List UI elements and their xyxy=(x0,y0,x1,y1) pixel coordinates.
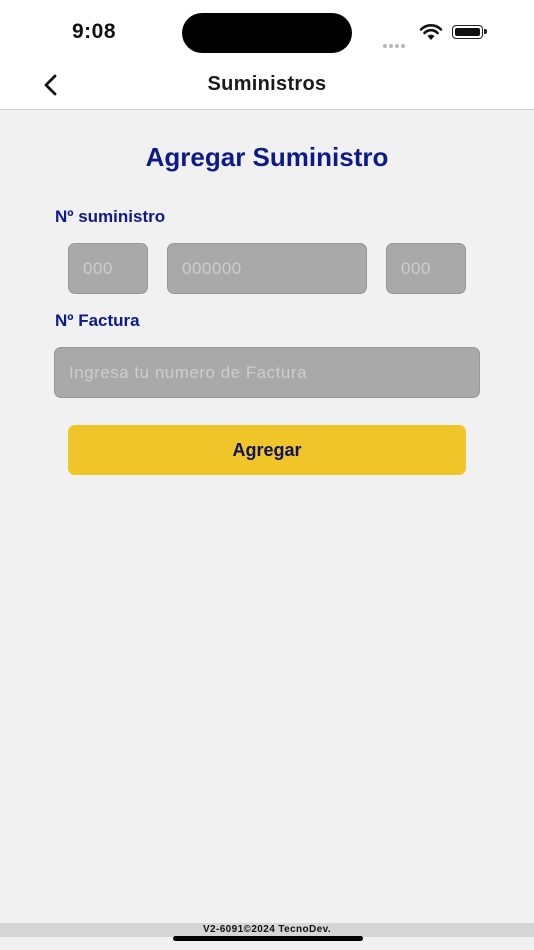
status-bar: 9:08 xyxy=(0,0,534,64)
cellular-signal-icon xyxy=(383,35,407,53)
footer-version: V2-6091©2024 TecnoDev. xyxy=(0,923,534,937)
agregar-button[interactable]: Agregar xyxy=(68,425,466,475)
battery-icon xyxy=(452,25,487,39)
suministro-label: Nº suministro xyxy=(55,207,166,226)
page-title: Agregar Suministro xyxy=(145,142,389,172)
home-indicator xyxy=(173,936,363,941)
dynamic-island xyxy=(182,13,352,53)
suministro-part1-input[interactable] xyxy=(68,243,148,294)
suministro-part2-input[interactable] xyxy=(167,243,367,294)
factura-input[interactable] xyxy=(54,347,480,398)
navigation-bar: Suministros xyxy=(0,64,534,110)
suministro-part3-input[interactable] xyxy=(386,243,466,294)
wifi-icon xyxy=(419,23,443,46)
nav-title: Suministros xyxy=(207,73,327,95)
status-time: 9:08 xyxy=(72,20,117,43)
factura-label: Nº Factura xyxy=(55,311,140,330)
